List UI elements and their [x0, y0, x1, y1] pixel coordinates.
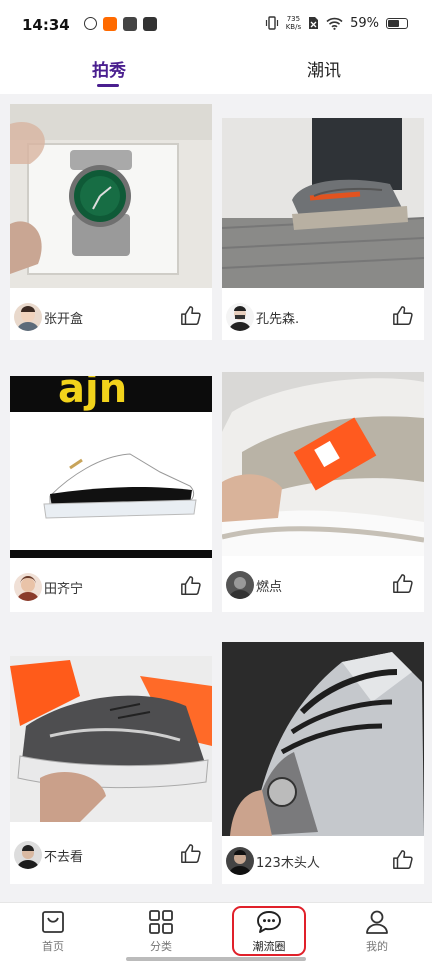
avatar[interactable] — [14, 303, 42, 331]
nav-trend-circle-label: 潮流圈 — [252, 940, 286, 953]
avatar[interactable] — [14, 573, 42, 601]
post-footer: 燃点 — [222, 562, 424, 608]
post-footer: 孔先森. — [222, 294, 424, 340]
nav-home-label: 首页 — [42, 940, 64, 953]
post-footer: 田齐宁 — [10, 564, 212, 610]
wifi-icon — [326, 17, 343, 30]
home-indicator[interactable] — [126, 957, 306, 961]
status-time: 14:34 — [22, 16, 70, 34]
post-card[interactable]: 张开盒 — [10, 104, 212, 340]
username[interactable]: 燃点 — [256, 576, 282, 595]
battery-icon — [386, 17, 408, 29]
username[interactable]: 田齐宁 — [44, 578, 83, 597]
thumbs-up-icon[interactable] — [392, 305, 414, 327]
net-speed-value: 735 — [286, 15, 301, 23]
post-image-sneaker-on-foot[interactable] — [222, 118, 424, 288]
post-footer: 123木头人 — [222, 838, 424, 884]
mail-notification-icon — [143, 17, 157, 31]
post-feed[interactable]: 张开盒 孔先森. ajn 田齐宁 燃点 不去看 123木头人 — [0, 94, 432, 902]
image-overlay-text: ajn — [58, 376, 127, 412]
post-footer: 不去看 — [10, 832, 212, 878]
post-card[interactable]: 123木头人 — [222, 642, 424, 884]
post-card[interactable]: 孔先森. — [222, 118, 424, 340]
nav-profile[interactable]: 我的 — [342, 909, 412, 954]
net-speed-unit: KB/s — [285, 23, 302, 31]
tab-chaoxun[interactable]: 潮讯 — [307, 56, 341, 81]
tab-paixiu[interactable]: 拍秀 — [92, 56, 126, 81]
taobao-notification-icon — [103, 17, 117, 31]
nav-category-label: 分类 — [150, 940, 172, 953]
thumbs-up-icon[interactable] — [392, 849, 414, 871]
active-tab-indicator — [97, 84, 119, 87]
app-notification-icon — [84, 17, 97, 30]
chat-bubble-icon — [257, 911, 281, 933]
avatar[interactable] — [226, 303, 254, 331]
thumbs-up-icon[interactable] — [180, 305, 202, 327]
nav-category[interactable]: 分类 — [126, 909, 196, 954]
status-bar: 14:34 735 KB/s 59% — [0, 0, 432, 50]
network-speed: 735 KB/s — [286, 15, 301, 31]
home-bag-icon — [42, 911, 64, 933]
post-card[interactable]: ajn 田齐宁 — [10, 376, 212, 612]
post-image-watch[interactable] — [10, 104, 212, 288]
username[interactable]: 张开盒 — [44, 308, 83, 327]
post-image-running-shoe[interactable] — [10, 656, 212, 822]
avatar[interactable] — [226, 847, 254, 875]
post-image-sneaker-with-tag[interactable] — [222, 372, 424, 556]
message-notification-icon — [123, 17, 137, 31]
notification-icons — [84, 17, 157, 31]
thumbs-up-icon[interactable] — [180, 575, 202, 597]
bottom-nav: 首页 分类 潮流圈 我的 — [0, 902, 432, 965]
nav-home[interactable]: 首页 — [18, 909, 88, 954]
user-icon — [366, 910, 388, 934]
avatar[interactable] — [14, 841, 42, 869]
nav-profile-label: 我的 — [366, 940, 388, 953]
post-card[interactable]: 燃点 — [222, 372, 424, 612]
battery-percent: 59% — [350, 15, 379, 31]
username[interactable]: 123木头人 — [256, 852, 320, 871]
grid-icon — [149, 910, 173, 934]
no-sim-icon — [309, 17, 319, 29]
username[interactable]: 孔先森. — [256, 308, 299, 327]
status-right: 735 KB/s 59% — [265, 15, 408, 31]
username[interactable]: 不去看 — [44, 846, 83, 865]
top-tabs: 拍秀 潮讯 — [0, 50, 432, 94]
vibrate-icon — [265, 16, 278, 30]
avatar[interactable] — [226, 571, 254, 599]
post-image-concord-sneaker[interactable]: ajn — [10, 376, 212, 558]
post-image-grey-high-top[interactable] — [222, 642, 424, 836]
nav-trend-circle[interactable]: 潮流圈 — [234, 909, 304, 954]
thumbs-up-icon[interactable] — [392, 573, 414, 595]
post-card[interactable]: 不去看 — [10, 656, 212, 884]
thumbs-up-icon[interactable] — [180, 843, 202, 865]
post-footer: 张开盒 — [10, 294, 212, 340]
